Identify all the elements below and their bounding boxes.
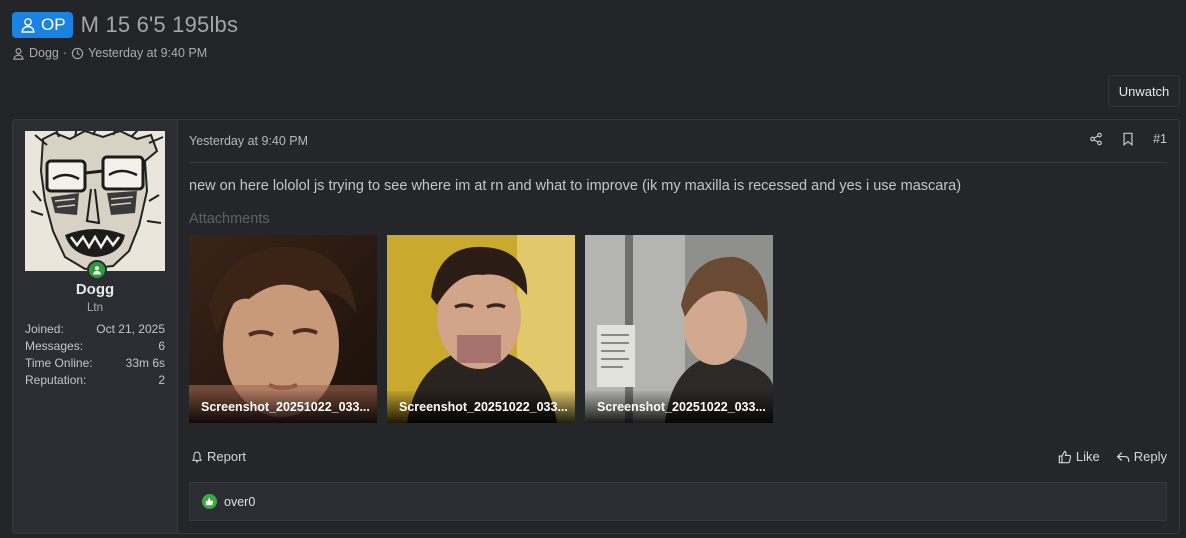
user-icon	[21, 18, 35, 33]
stat-value: 2	[158, 373, 165, 387]
post-actions: Like Reply	[1058, 449, 1167, 464]
attachments-list: Screenshot_20251022_033... Screenshot_20…	[189, 235, 773, 423]
attachment-thumbnail[interactable]: Screenshot_20251022_033...	[387, 235, 575, 423]
reply-icon	[1116, 451, 1130, 462]
stat-joined: Joined: Oct 21, 2025	[25, 321, 165, 338]
stat-label: Messages:	[25, 339, 84, 353]
stat-value[interactable]: 6	[158, 338, 165, 355]
stat-value: 33m 6s	[125, 356, 165, 370]
like-label: Like	[1075, 449, 1100, 464]
thread-date-link[interactable]: Yesterday at 9:40 PM	[88, 46, 207, 60]
attachments-label: Attachments	[189, 211, 270, 227]
post: Dogg Ltn Joined: Oct 21, 2025 Messages: …	[12, 119, 1180, 534]
thread-meta: Dogg · Yesterday at 9:40 PM	[12, 46, 207, 60]
user-icon	[13, 47, 24, 60]
stat-label: Joined:	[25, 322, 64, 336]
meta-separator: ·	[62, 46, 68, 60]
attachment-thumbnail[interactable]: Screenshot_20251022_033...	[189, 235, 377, 423]
reply-label: Reply	[1133, 449, 1167, 464]
thread-header: OP M 15 6'5 195lbs	[12, 12, 238, 38]
thread-author-link[interactable]: Dogg	[29, 46, 59, 60]
bell-icon	[191, 451, 203, 463]
reaction-user-link[interactable]: over0	[224, 495, 255, 509]
clock-icon	[71, 47, 84, 59]
user-stats: Joined: Oct 21, 2025 Messages: 6 Time On…	[25, 321, 165, 389]
post-user-cell: Dogg Ltn Joined: Oct 21, 2025 Messages: …	[13, 120, 178, 533]
report-label: Report	[207, 449, 247, 464]
reply-button[interactable]: Reply	[1116, 449, 1167, 464]
avatar[interactable]	[25, 131, 165, 271]
op-prefix-label: OP	[41, 15, 66, 34]
stat-label: Reputation:	[25, 373, 87, 387]
post-body: new on here lololol js trying to see whe…	[189, 178, 962, 194]
stat-value: Oct 21, 2025	[96, 322, 165, 336]
header-divider	[189, 162, 1167, 163]
attachment-filename: Screenshot_20251022_033...	[387, 391, 575, 423]
share-icon[interactable]	[1089, 132, 1103, 146]
stat-reputation: Reputation: 2	[25, 372, 165, 389]
stat-label: Time Online:	[25, 356, 93, 370]
op-prefix-badge[interactable]: OP	[12, 12, 73, 38]
user-title: Ltn	[87, 302, 103, 314]
post-date-link[interactable]: Yesterday at 9:40 PM	[189, 134, 308, 148]
online-status-indicator	[87, 260, 107, 280]
post-number-link[interactable]: #1	[1153, 132, 1167, 146]
attachment-filename: Screenshot_20251022_033...	[189, 391, 377, 423]
thread-title: M 15 6'5 195lbs	[80, 12, 239, 37]
reactions-bar[interactable]: over0	[189, 482, 1167, 521]
attachment-thumbnail[interactable]: Screenshot_20251022_033...	[585, 235, 773, 423]
bookmark-icon[interactable]	[1121, 132, 1135, 146]
like-reaction-icon	[202, 494, 217, 509]
post-username[interactable]: Dogg	[13, 281, 177, 298]
avatar-drawing	[25, 131, 165, 271]
post-main-cell: Yesterday at 9:40 PM #1 new on here lolo…	[189, 120, 1167, 533]
report-button[interactable]: Report	[191, 449, 246, 464]
stat-time-online: Time Online: 33m 6s	[25, 355, 165, 372]
thumbs-up-icon	[1058, 450, 1072, 463]
post-tools: #1	[1089, 132, 1167, 146]
top-strip	[0, 0, 1186, 8]
user-icon	[93, 266, 101, 275]
unwatch-button[interactable]: Unwatch	[1108, 75, 1180, 107]
stat-messages: Messages: 6	[25, 338, 165, 355]
like-button[interactable]: Like	[1058, 449, 1100, 464]
attachment-filename: Screenshot_20251022_033...	[585, 391, 773, 423]
